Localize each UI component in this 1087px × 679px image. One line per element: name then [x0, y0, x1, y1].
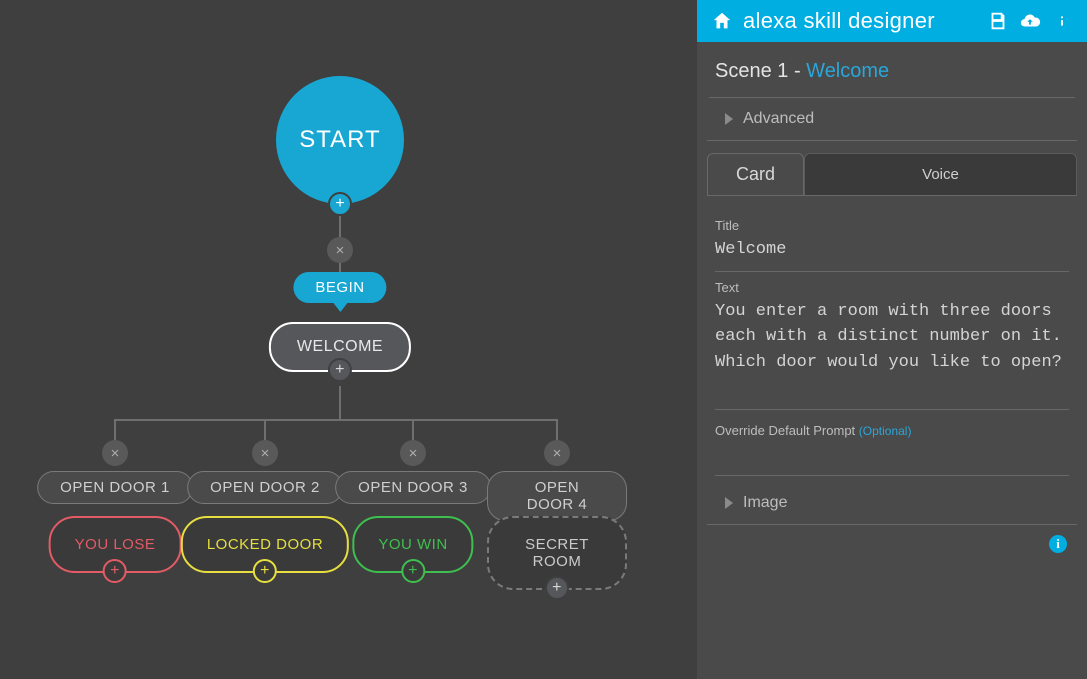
begin-node[interactable]: BEGIN [293, 272, 386, 303]
start-node[interactable]: START + [276, 76, 404, 204]
add-icon[interactable]: + [328, 192, 352, 216]
flow-canvas[interactable]: START + × BEGIN WELCOME + × OPEN DOOR 1 YO… [0, 0, 697, 679]
option-pill[interactable]: OPEN DOOR 4 [487, 471, 627, 521]
text-label: Text [715, 280, 1069, 295]
add-icon[interactable]: + [328, 358, 352, 382]
image-accordion[interactable]: Image [707, 482, 1077, 525]
close-icon[interactable]: × [544, 440, 570, 466]
text-field[interactable] [715, 295, 1069, 410]
result-label: SECRET ROOM [525, 536, 589, 570]
option-label: OPEN DOOR 1 [37, 471, 193, 504]
option-pill[interactable]: OPEN DOOR 3 [335, 471, 491, 504]
result-box[interactable]: YOU LOSE+ [49, 516, 182, 573]
save-icon[interactable] [987, 10, 1009, 32]
option-label: OPEN DOOR 4 [487, 471, 627, 521]
add-icon[interactable]: + [401, 559, 425, 583]
title-field[interactable] [715, 233, 1069, 272]
result-box[interactable]: YOU WIN+ [352, 516, 473, 573]
info-icon[interactable] [1051, 10, 1073, 32]
delete-branch[interactable]: × [102, 440, 128, 466]
optional-hint: (Optional) [859, 424, 912, 438]
delete-begin[interactable]: × [327, 237, 353, 263]
chevron-down-icon [333, 303, 347, 312]
tab-card[interactable]: Card [707, 153, 804, 195]
option-label: OPEN DOOR 3 [335, 471, 491, 504]
override-label: Override Default Prompt (Optional) [715, 423, 1069, 438]
result-label: YOU WIN [378, 536, 447, 553]
welcome-scene[interactable]: WELCOME + [269, 322, 411, 372]
app-title: alexa skill designer [743, 8, 977, 34]
begin-label: BEGIN [293, 272, 386, 303]
scene-prefix: Scene 1 - [715, 60, 806, 82]
result-label: YOU LOSE [75, 536, 156, 553]
tabs: Card Voice [707, 153, 1077, 195]
tab-voice[interactable]: Voice [804, 153, 1077, 195]
add-icon[interactable]: + [103, 559, 127, 583]
close-icon[interactable]: × [102, 440, 128, 466]
chevron-right-icon [725, 113, 733, 125]
option-pill[interactable]: OPEN DOOR 2 [187, 471, 343, 504]
title-label: Title [715, 218, 1069, 233]
start-circle: START [276, 76, 404, 204]
close-icon[interactable]: × [252, 440, 278, 466]
advanced-accordion[interactable]: Advanced [707, 98, 1077, 141]
add-icon[interactable]: + [545, 576, 569, 600]
card-form: Title Text Override Default Prompt (Opti… [707, 195, 1077, 482]
home-icon[interactable] [711, 10, 733, 32]
scene-title: Scene 1 - Welcome [697, 42, 1087, 97]
option-label: OPEN DOOR 2 [187, 471, 343, 504]
welcome-label: WELCOME [297, 338, 383, 355]
add-icon[interactable]: + [253, 559, 277, 583]
option-pill[interactable]: OPEN DOOR 1 [37, 471, 193, 504]
panel-header: alexa skill designer [697, 0, 1087, 42]
properties-panel: alexa skill designer Scene 1 - Welcome A… [697, 0, 1087, 679]
result-box[interactable]: SECRET ROOM+ [487, 516, 627, 590]
scene-name[interactable]: Welcome [806, 60, 889, 82]
result-label: LOCKED DOOR [207, 536, 323, 553]
result-box[interactable]: LOCKED DOOR+ [181, 516, 349, 573]
delete-branch[interactable]: × [544, 440, 570, 466]
close-icon[interactable]: × [327, 237, 353, 263]
override-field[interactable] [715, 438, 1069, 477]
delete-branch[interactable]: × [400, 440, 426, 466]
info-badge-icon[interactable]: i [1049, 535, 1067, 553]
advanced-label: Advanced [743, 110, 814, 128]
close-icon[interactable]: × [400, 440, 426, 466]
chevron-right-icon [725, 497, 733, 509]
image-label: Image [743, 494, 787, 512]
delete-branch[interactable]: × [252, 440, 278, 466]
start-label: START [299, 126, 380, 154]
cloud-upload-icon[interactable] [1019, 10, 1041, 32]
